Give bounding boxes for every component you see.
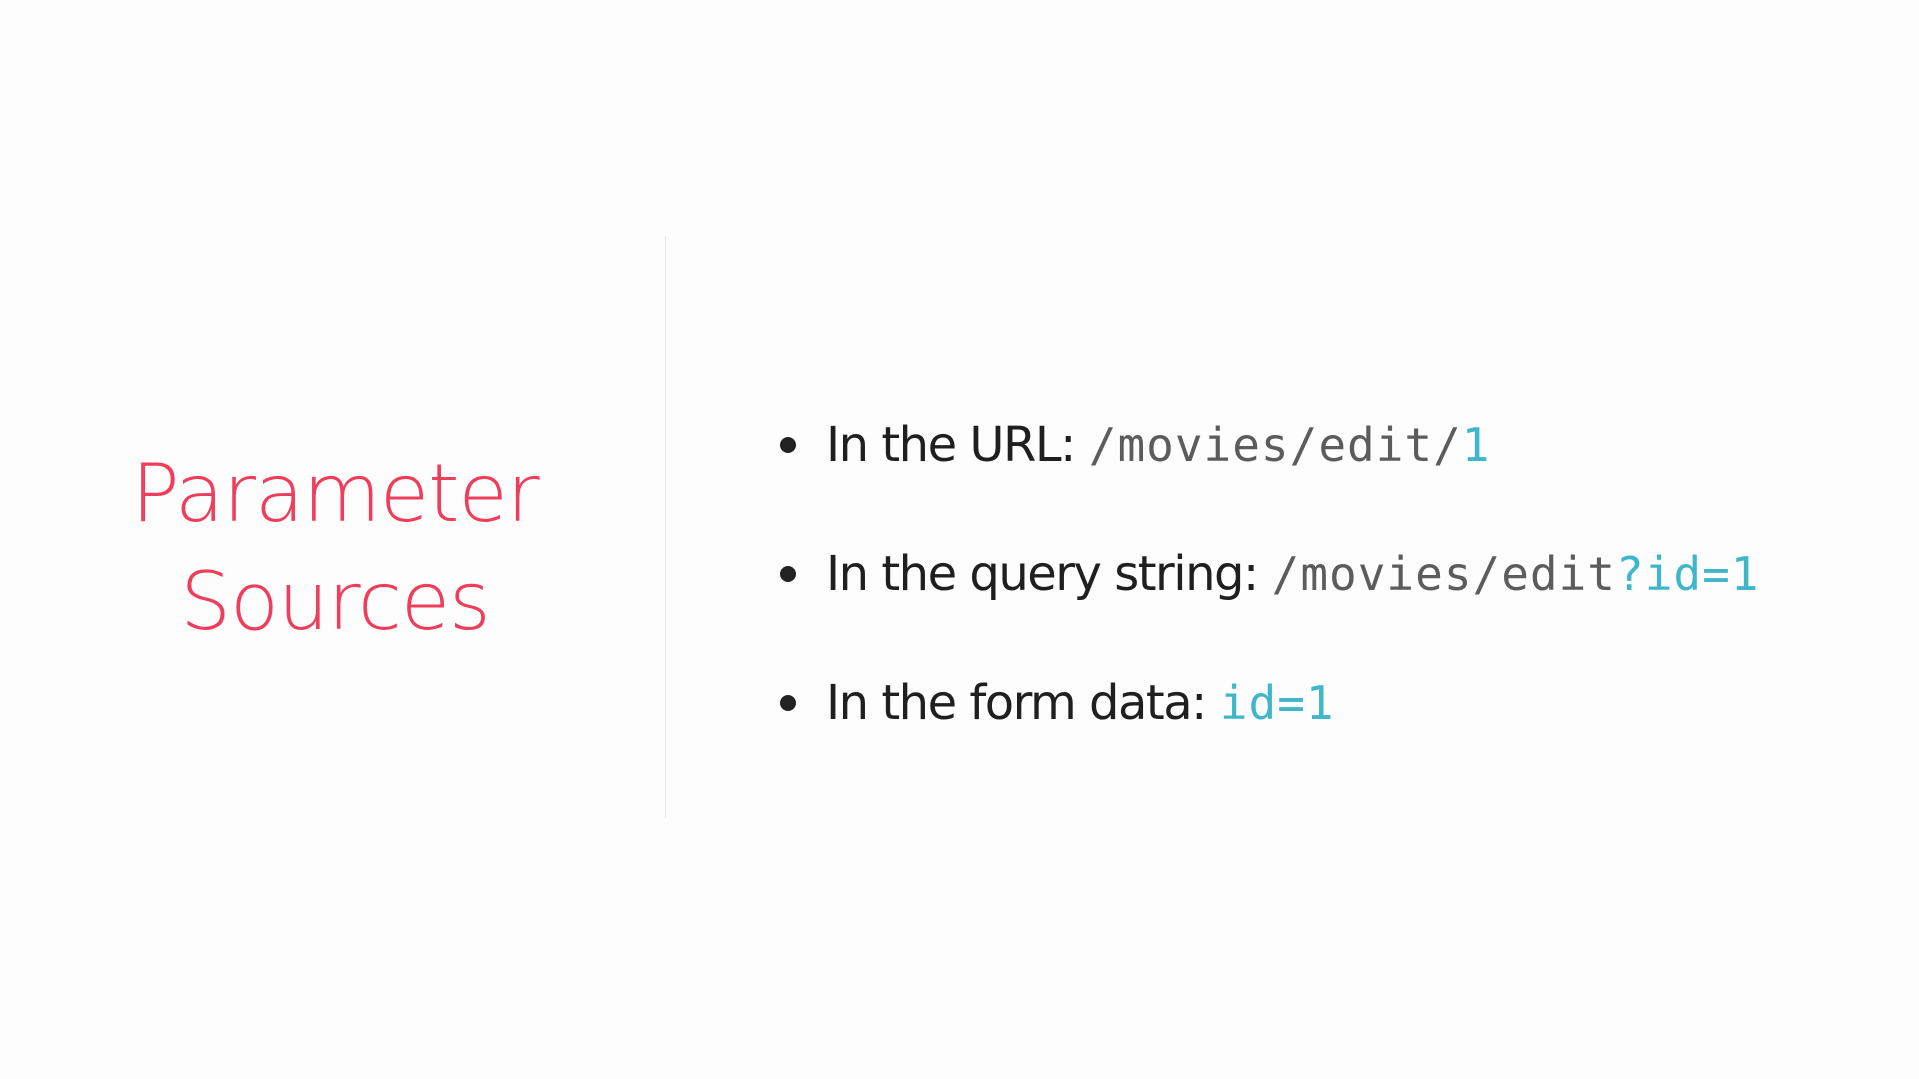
- bullet-dot-icon: [780, 436, 796, 453]
- slide: Parameter Sources In the URL: /movies/ed…: [0, 0, 1919, 1079]
- code-value: id=1: [1219, 675, 1335, 730]
- bullet-list: In the URL: /movies/edit/1 In the query …: [780, 380, 1759, 767]
- code-value: 1: [1461, 417, 1491, 472]
- title-line-1: Parameter: [131, 447, 539, 540]
- bullet-item-form-data: In the form data: id=1: [780, 638, 1759, 767]
- bullet-dot-icon: [780, 565, 796, 582]
- title-line-2: Sources: [180, 555, 490, 648]
- code-value: ?id=1: [1616, 546, 1760, 601]
- bullet-label: In the URL:: [826, 416, 1076, 473]
- bullet-item-query-string: In the query string: /movies/edit?id=1: [780, 509, 1759, 638]
- code-snippet: id=1: [1220, 676, 1335, 730]
- bullet-dot-icon: [780, 694, 796, 711]
- code-snippet: /movies/edit/1: [1089, 418, 1491, 472]
- bullet-item-url: In the URL: /movies/edit/1: [780, 380, 1759, 509]
- slide-title: Parameter Sources: [100, 440, 570, 656]
- vertical-divider: [665, 236, 666, 818]
- code-path: /movies/edit: [1271, 546, 1616, 601]
- code-snippet: /movies/edit?id=1: [1272, 547, 1760, 601]
- code-path: /movies/edit/: [1088, 417, 1462, 472]
- bullet-label: In the form data:: [826, 674, 1207, 731]
- bullet-label: In the query string:: [826, 545, 1259, 602]
